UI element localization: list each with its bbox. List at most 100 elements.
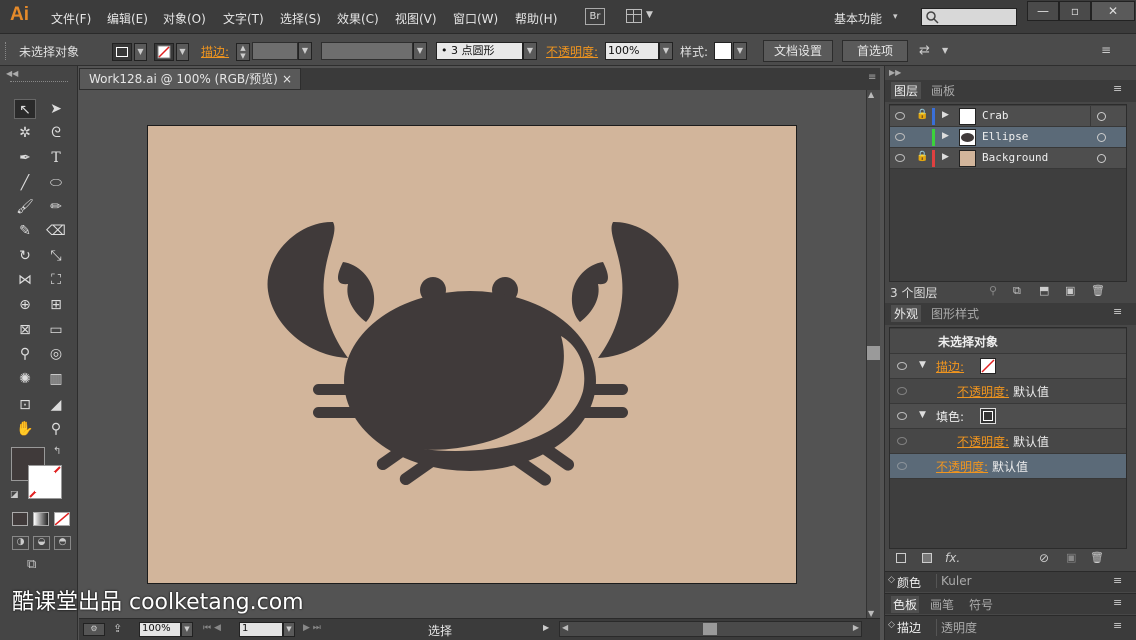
tab-stroke[interactable]: 描边: [897, 619, 921, 636]
menu-effect[interactable]: 效果(C): [337, 10, 379, 27]
eye-icon[interactable]: [895, 154, 905, 162]
eyedropper-tool-icon[interactable]: ⚲: [14, 344, 36, 364]
swap-colors-icon[interactable]: ↰: [53, 446, 61, 457]
tab-brushes[interactable]: 画笔: [930, 596, 954, 613]
stroke-weight-stepper[interactable]: ▲ ▼: [236, 43, 250, 61]
layer-row-crab[interactable]: 🔒 ▶ Crab: [890, 106, 1126, 127]
shape-builder-tool-icon[interactable]: ⊕: [14, 295, 36, 315]
menu-help[interactable]: 帮助(H): [515, 10, 557, 27]
symbol-sprayer-tool-icon[interactable]: ✺: [14, 369, 36, 389]
first-artboard-icon[interactable]: ⏮ ◀: [203, 623, 221, 633]
lasso-tool-icon[interactable]: ᘓ: [45, 123, 67, 143]
tab-kuler[interactable]: Kuler: [936, 574, 972, 588]
line-tool-icon[interactable]: ╱: [14, 173, 36, 193]
selection-tool-icon[interactable]: ↖: [14, 99, 36, 119]
collapse-triangle-icon[interactable]: ▼: [919, 360, 926, 370]
layer-name[interactable]: Crab: [982, 109, 1009, 122]
artboard[interactable]: [147, 125, 797, 584]
variable-width-profile[interactable]: [321, 42, 413, 60]
eye-icon[interactable]: [897, 362, 907, 370]
graphic-style-swatch[interactable]: [714, 42, 732, 60]
eye-icon[interactable]: [897, 437, 907, 445]
column-graph-tool-icon[interactable]: ▥: [45, 369, 67, 389]
crab-illustration[interactable]: [148, 126, 798, 585]
tab-swatches[interactable]: 色板: [891, 596, 920, 613]
document-setup-button[interactable]: 文档设置: [763, 40, 833, 62]
tab-color[interactable]: 颜色: [897, 574, 921, 591]
chevron-down-icon[interactable]: ▼: [659, 42, 673, 60]
expand-icon[interactable]: ▶▶: [889, 68, 901, 77]
artboard-tool-icon[interactable]: ⊡: [14, 395, 36, 415]
ellipse-tool-icon[interactable]: ⬭: [45, 173, 67, 193]
screen-mode-icon[interactable]: ⧉: [27, 557, 49, 573]
direct-selection-tool-icon[interactable]: ➤: [45, 99, 67, 119]
menu-view[interactable]: 视图(V): [395, 10, 437, 27]
lock-icon[interactable]: 🔒: [916, 151, 928, 162]
locate-object-icon[interactable]: ⚲: [989, 284, 997, 297]
stroke-weight-field[interactable]: [252, 42, 298, 60]
status-menu-icon[interactable]: ▶: [543, 623, 549, 632]
new-sublayer-icon[interactable]: ⬒: [1039, 284, 1049, 297]
grip-handle[interactable]: [5, 42, 8, 60]
pencil-tool-icon[interactable]: ✏: [45, 197, 67, 217]
draw-behind-icon[interactable]: ◒: [33, 536, 50, 550]
slice-tool-icon[interactable]: ◢: [45, 395, 67, 415]
layer-row-background[interactable]: 🔒 ▶ Background: [890, 148, 1126, 169]
clipping-mask-icon[interactable]: ⧉: [1013, 284, 1021, 298]
chevron-down-icon[interactable]: ▼: [733, 42, 747, 60]
type-tool-icon[interactable]: T: [45, 148, 67, 168]
tab-graphic-styles[interactable]: 图形样式: [931, 305, 979, 322]
stroke-color-swatch[interactable]: [154, 43, 174, 61]
chevron-down-icon[interactable]: ▼: [298, 42, 312, 60]
menu-object[interactable]: 对象(O): [163, 10, 206, 27]
eye-icon[interactable]: [895, 112, 905, 120]
trash-icon[interactable]: 🗑: [1091, 284, 1105, 297]
workspace-switcher[interactable]: 基本功能: [834, 10, 882, 27]
tab-layers[interactable]: 图层: [891, 82, 922, 99]
pen-tool-icon[interactable]: ✒: [14, 148, 36, 168]
default-colors-icon[interactable]: ◪: [10, 490, 19, 500]
draw-normal-icon[interactable]: ◑: [12, 536, 29, 550]
expand-icon[interactable]: ◇: [888, 620, 895, 630]
horizontal-scrollbar[interactable]: ◀ ▶: [559, 621, 862, 637]
chevron-down-icon[interactable]: ▾: [893, 12, 898, 22]
mesh-tool-icon[interactable]: ⊠: [14, 320, 36, 340]
fill-swatch[interactable]: [980, 408, 996, 424]
blend-tool-icon[interactable]: ◎: [45, 344, 67, 364]
paintbrush-tool-icon[interactable]: 🖌: [14, 197, 36, 217]
opacity-link[interactable]: 不透明度:: [957, 433, 1009, 450]
expand-icon[interactable]: ◇: [888, 575, 895, 585]
stroke-swatch[interactable]: [28, 465, 62, 499]
panel-menu-icon[interactable]: ≡: [1113, 596, 1122, 609]
new-layer-icon[interactable]: ▣: [1065, 284, 1075, 297]
collapse-triangle-icon[interactable]: ▼: [919, 410, 926, 420]
chevron-down-icon[interactable]: ▼: [646, 10, 653, 20]
arrange-icon[interactable]: ⇄: [919, 43, 930, 58]
opacity-link[interactable]: 不透明度:: [936, 458, 988, 475]
opacity-label[interactable]: 不透明度:: [546, 43, 598, 60]
blob-brush-tool-icon[interactable]: ✎: [14, 221, 36, 241]
none-mode-icon[interactable]: [54, 512, 70, 526]
appearance-fill-opacity-row[interactable]: 不透明度: 默认值: [890, 429, 1126, 454]
trash-icon[interactable]: 🗑: [1090, 551, 1104, 564]
perspective-grid-tool-icon[interactable]: ⊞: [45, 295, 67, 315]
eraser-tool-icon[interactable]: ⌫: [45, 221, 67, 241]
eye-icon[interactable]: [897, 462, 907, 470]
stroke-link[interactable]: 描边:: [936, 358, 964, 375]
close-button[interactable]: ✕: [1091, 1, 1135, 21]
zoom-field[interactable]: 100%: [139, 622, 181, 637]
chevron-down-icon[interactable]: ▼: [523, 42, 537, 60]
appearance-fill-row[interactable]: ▼ 填色:: [890, 404, 1126, 429]
width-tool-icon[interactable]: ⋈: [14, 270, 36, 290]
arrange-documents-icon[interactable]: [626, 9, 642, 23]
panel-menu-icon[interactable]: ≡: [1113, 82, 1122, 95]
add-stroke-icon[interactable]: [896, 553, 906, 563]
duplicate-item-icon[interactable]: ▣: [1066, 551, 1076, 564]
layer-name[interactable]: Background: [982, 151, 1048, 164]
document-tab[interactable]: Work128.ai @ 100% (RGB/预览) ×: [79, 68, 301, 90]
maximize-button[interactable]: ▫: [1059, 1, 1091, 21]
menu-edit[interactable]: 编辑(E): [107, 10, 148, 27]
close-tab-icon[interactable]: ×: [282, 69, 292, 89]
lock-icon[interactable]: 🔒: [916, 109, 928, 120]
share-icon[interactable]: ⇪: [113, 622, 122, 635]
